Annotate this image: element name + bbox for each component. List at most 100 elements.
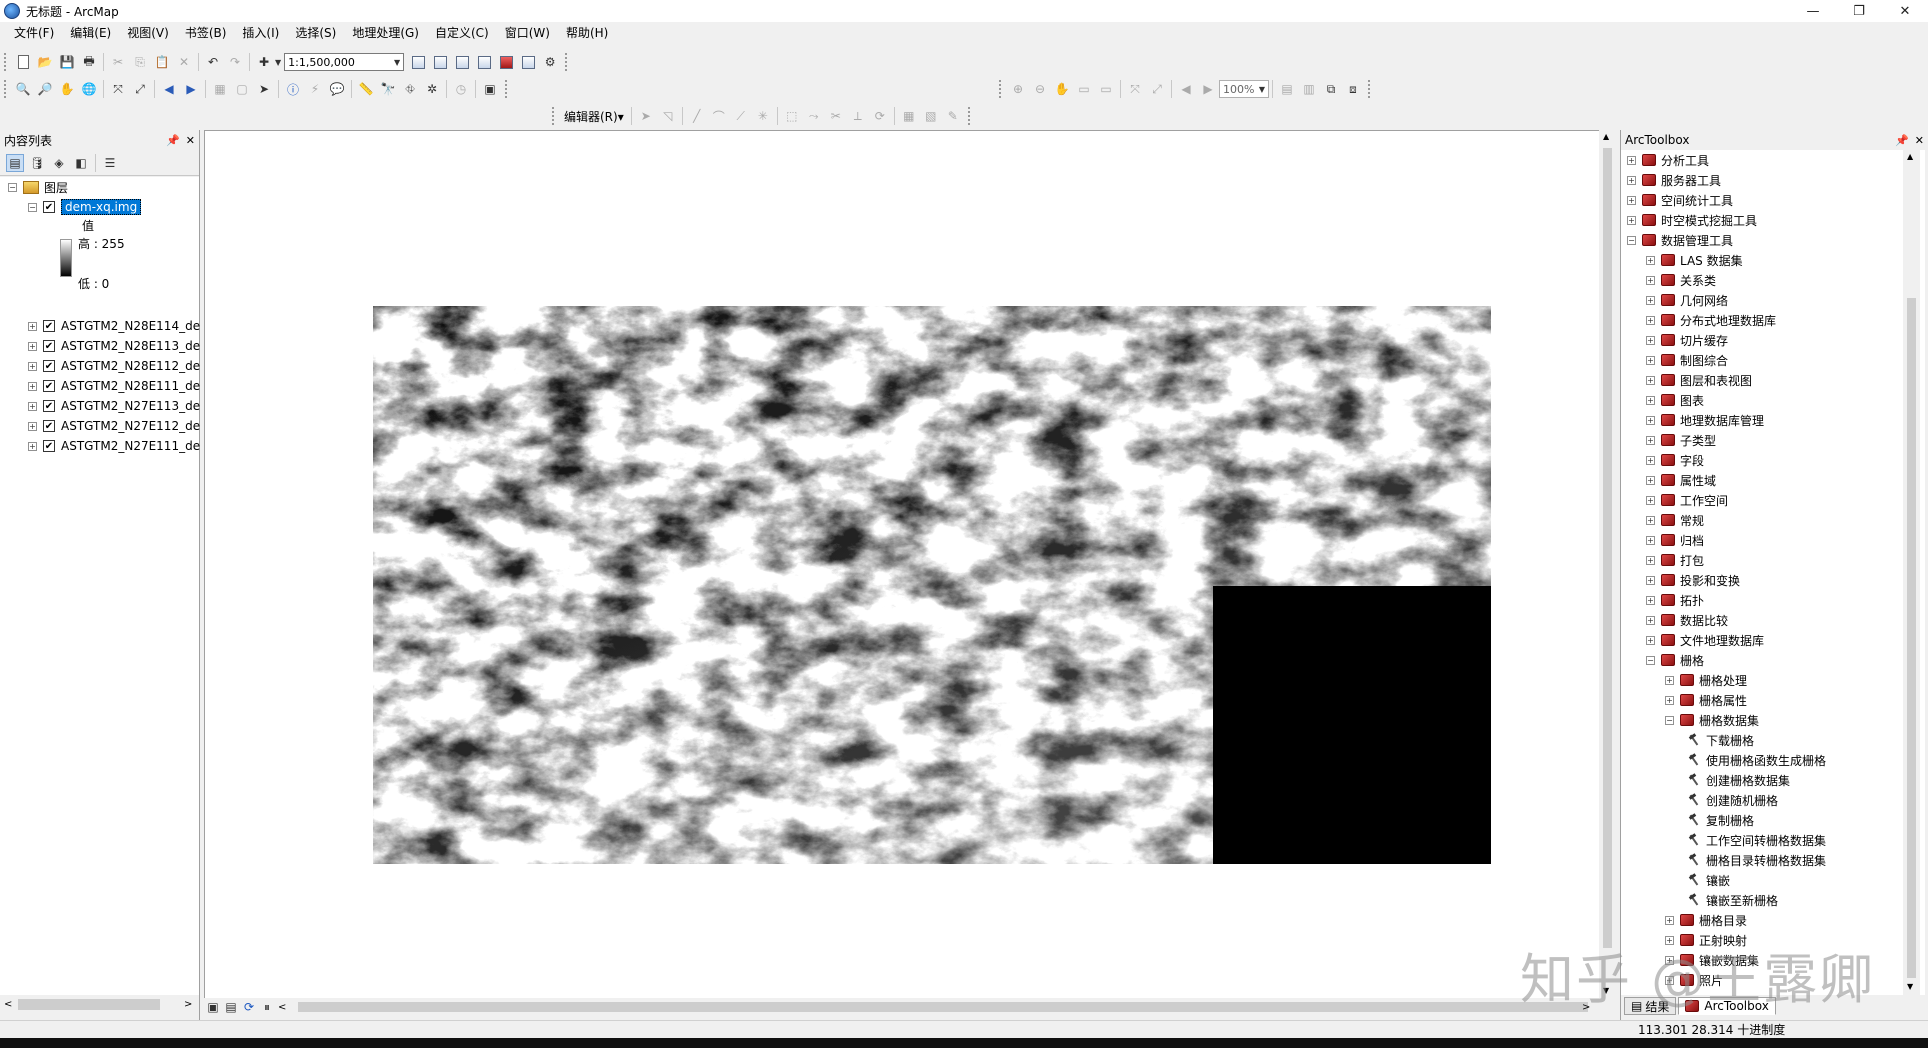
toolbar-grip[interactable] [552, 107, 556, 125]
collapse-icon[interactable]: − [8, 182, 17, 192]
toolset-item[interactable]: + 几何网络 [1646, 291, 1728, 309]
go-back-icon[interactable]: ◀ [160, 80, 178, 98]
layer-name[interactable]: ASTGTM2_N27E111_de [61, 439, 200, 453]
expand-icon[interactable]: + [1646, 595, 1655, 605]
arctoolbox-window-icon[interactable] [497, 53, 515, 71]
expand-icon[interactable]: + [28, 361, 37, 371]
close-button[interactable]: ✕ [1882, 0, 1928, 22]
expand-icon[interactable]: + [1646, 615, 1655, 625]
expand-icon[interactable]: + [1646, 275, 1655, 285]
toolset-item[interactable]: + LAS 数据集 [1646, 251, 1743, 269]
layer-name[interactable]: ASTGTM2_N27E112_de [61, 419, 200, 433]
toolset-item[interactable]: − 栅格数据集 [1665, 711, 1759, 729]
focus-data-frame-icon[interactable]: ▥ [1300, 80, 1318, 98]
layer-visibility-checkbox[interactable]: ✔ [43, 340, 55, 352]
select-elements-icon[interactable]: ➤ [255, 80, 273, 98]
table-of-contents-icon[interactable] [431, 53, 449, 71]
open-folder-icon[interactable]: 📂 [36, 53, 54, 71]
options-icon[interactable]: ☰ [101, 154, 119, 172]
html-popup-icon[interactable]: 💬 [328, 80, 346, 98]
toolset-item[interactable]: + 图表 [1646, 391, 1704, 409]
layer-visibility-checkbox[interactable]: ✔ [43, 440, 55, 452]
layer-visibility-checkbox[interactable]: ✔ [43, 400, 55, 412]
toolset-item[interactable]: + 制图综合 [1646, 351, 1728, 369]
scroll-up-icon[interactable]: ▲ [1907, 152, 1913, 161]
expand-icon[interactable]: + [1627, 155, 1636, 165]
expand-icon[interactable]: + [1627, 195, 1636, 205]
layers-root[interactable]: − 图层 [8, 178, 68, 196]
restore-button[interactable]: ❐ [1836, 0, 1882, 22]
pin-icon[interactable]: 📌 [166, 134, 180, 147]
layout-forward-icon[interactable]: ▶ [1199, 80, 1217, 98]
clear-selection-icon[interactable]: ▢ [233, 80, 251, 98]
point-icon[interactable]: ✳ [754, 107, 772, 125]
find-route-icon[interactable]: ⛗ [401, 80, 419, 98]
layer-visibility-checkbox[interactable]: ✔ [43, 360, 55, 372]
expand-icon[interactable]: + [1646, 555, 1655, 565]
editor-toolbar-icon[interactable] [409, 53, 427, 71]
arctoolbox-vertical-scrollbar[interactable]: ▲ ▼ [1903, 150, 1920, 995]
layout-zoom-in-icon[interactable]: ⊕ [1009, 80, 1027, 98]
expand-icon[interactable]: + [1646, 295, 1655, 305]
list-by-drawing-order-icon[interactable]: ▤ [6, 153, 24, 172]
fixed-zoom-in-icon[interactable]: ⤧ [109, 80, 127, 98]
zoom-out-icon[interactable]: 🔎 [36, 80, 54, 98]
zoom-100-icon[interactable]: ▭ [1097, 80, 1115, 98]
edit-vertices-icon[interactable]: ⬚ [783, 107, 801, 125]
scroll-left-icon[interactable]: < [278, 1002, 286, 1013]
expand-icon[interactable]: + [1646, 635, 1655, 645]
tool-item[interactable]: 使用栅格函数生成栅格 [1684, 751, 1826, 769]
pan-icon[interactable]: ✋ [58, 80, 76, 98]
toolset-item[interactable]: + 文件地理数据库 [1646, 631, 1764, 649]
collapse-icon[interactable]: − [28, 202, 37, 212]
toolset-item[interactable]: + 打包 [1646, 551, 1704, 569]
toolset-item[interactable]: + 栅格属性 [1665, 691, 1747, 709]
expand-icon[interactable]: + [1646, 315, 1655, 325]
expand-icon[interactable]: + [1646, 375, 1655, 385]
sketch-properties-icon[interactable]: ▧ [922, 107, 940, 125]
scroll-thumb[interactable] [1603, 148, 1612, 948]
data-driven-pages-icon[interactable]: ⧈ [1344, 80, 1362, 98]
layout-fixed-zoom-in-icon[interactable]: ⤧ [1126, 80, 1144, 98]
layer-row[interactable]: + ✔ ASTGTM2_N28E114_de [28, 317, 200, 335]
new-document-icon[interactable] [14, 53, 32, 71]
editor-menu-button[interactable]: 编辑器(R)▾ [560, 108, 628, 125]
list-by-selection-icon[interactable]: ◧ [72, 154, 90, 172]
select-features-icon[interactable]: ▦ [211, 80, 229, 98]
expand-icon[interactable]: + [1646, 535, 1655, 545]
toolset-item[interactable]: + 属性域 [1646, 471, 1716, 489]
end-point-arc-icon[interactable]: ⌒ [710, 107, 728, 125]
layer-row[interactable]: + ✔ ASTGTM2_N27E112_de [28, 417, 200, 435]
menu-help[interactable]: 帮助(H) [558, 22, 616, 44]
edit-tool-icon[interactable]: ➤ [637, 107, 655, 125]
toolset-item[interactable]: + 常规 [1646, 511, 1704, 529]
tool-item[interactable]: 复制栅格 [1684, 811, 1754, 829]
expand-icon[interactable]: + [1627, 215, 1636, 225]
expand-icon[interactable]: + [28, 421, 37, 431]
layout-pan-icon[interactable]: ✋ [1053, 80, 1071, 98]
toolset-item[interactable]: + 字段 [1646, 451, 1704, 469]
expand-icon[interactable]: + [1665, 695, 1674, 705]
trace-icon[interactable]: ⟋ [732, 107, 750, 125]
expand-icon[interactable]: + [1646, 495, 1655, 505]
layout-back-icon[interactable]: ◀ [1177, 80, 1195, 98]
toolset-item[interactable]: + 分布式地理数据库 [1646, 311, 1776, 329]
toolset-item[interactable]: + 图层和表视图 [1646, 371, 1752, 389]
chevron-down-icon[interactable]: ▼ [1259, 85, 1265, 94]
add-data-icon[interactable]: ✚ [255, 53, 273, 71]
layer-row[interactable]: + ✔ ASTGTM2_N27E113_de [28, 397, 200, 415]
python-window-icon[interactable] [519, 53, 537, 71]
toggle-draft-mode-icon[interactable]: ▤ [1278, 80, 1296, 98]
layer-visibility-checkbox[interactable]: ✔ [43, 420, 55, 432]
paste-icon[interactable]: 📋 [153, 53, 171, 71]
expand-icon[interactable]: + [1646, 455, 1655, 465]
expand-icon[interactable]: + [1646, 415, 1655, 425]
layer-name[interactable]: ASTGTM2_N28E114_de [61, 319, 200, 333]
toolset-item[interactable]: + 拓扑 [1646, 591, 1704, 609]
collapse-icon[interactable]: − [1627, 235, 1636, 245]
layer-row[interactable]: + ✔ ASTGTM2_N28E111_de [28, 377, 200, 395]
cut-polygons-icon[interactable]: ✂ [827, 107, 845, 125]
pin-icon[interactable]: 📌 [1895, 134, 1909, 147]
layer-visibility-checkbox[interactable]: ✔ [43, 320, 55, 332]
expand-icon[interactable]: + [1646, 575, 1655, 585]
